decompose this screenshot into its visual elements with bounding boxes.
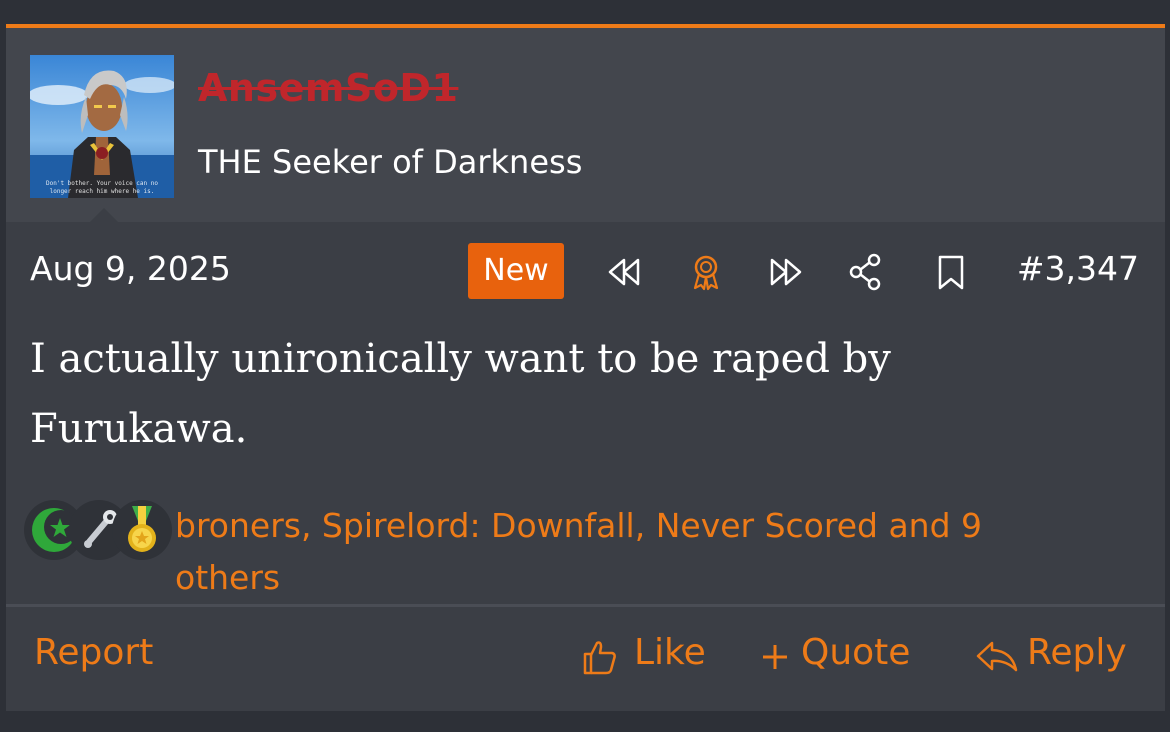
user-block: Don't bother. Your voice can no longer r…: [6, 28, 1165, 222]
bookmark-icon[interactable]: [931, 252, 971, 292]
new-badge: New: [468, 243, 564, 299]
post-date[interactable]: Aug 9, 2025: [30, 249, 231, 288]
user-title: THE Seeker of Darkness: [198, 143, 583, 181]
avatar-caption-line: longer reach him where he is.: [49, 188, 155, 195]
username[interactable]: AnsemSoD1: [198, 66, 458, 110]
avatar-caption-line: Don't bother. Your voice can no: [46, 180, 158, 187]
avatar-pointer: [90, 208, 118, 222]
post-actions: Report Like Quote Reply: [6, 607, 1165, 711]
medal-icon: [112, 500, 172, 560]
reply-button[interactable]: Reply: [1027, 627, 1127, 679]
report-button[interactable]: Report: [34, 627, 153, 679]
reactions-bar[interactable]: broners, Spirelord: Downfall, Never Scor…: [24, 500, 1144, 610]
message-line: I actually unironically want to be raped…: [30, 336, 891, 382]
rewind-icon[interactable]: [604, 252, 644, 292]
quote-button[interactable]: Quote: [801, 627, 910, 679]
reactions-summary-line[interactable]: others: [175, 552, 1075, 604]
reactions-summary[interactable]: broners, Spirelord: Downfall, Never Scor…: [175, 500, 1075, 604]
reply-arrow-icon[interactable]: [974, 637, 1020, 677]
thumbs-up-icon[interactable]: [579, 637, 619, 677]
plus-icon[interactable]: [758, 637, 792, 677]
post-container: Don't bother. Your voice can no longer r…: [6, 24, 1165, 711]
avatar[interactable]: Don't bother. Your voice can no longer r…: [30, 55, 174, 198]
post-number[interactable]: #3,347: [1017, 249, 1139, 288]
award-icon[interactable]: [686, 252, 726, 292]
fast-forward-icon[interactable]: [766, 252, 806, 292]
post-attribution: Aug 9, 2025 New #3,347: [6, 222, 1165, 318]
share-icon[interactable]: [846, 252, 886, 292]
avatar-image: [30, 55, 174, 198]
reactions-summary-line[interactable]: broners, Spirelord: Downfall, Never Scor…: [175, 500, 1075, 552]
avatar-caption: Don't bother. Your voice can no longer r…: [30, 180, 174, 196]
post-message: I actually unironically want to be raped…: [30, 324, 1130, 464]
like-button[interactable]: Like: [634, 627, 706, 679]
message-line: Furukawa.: [30, 406, 248, 452]
